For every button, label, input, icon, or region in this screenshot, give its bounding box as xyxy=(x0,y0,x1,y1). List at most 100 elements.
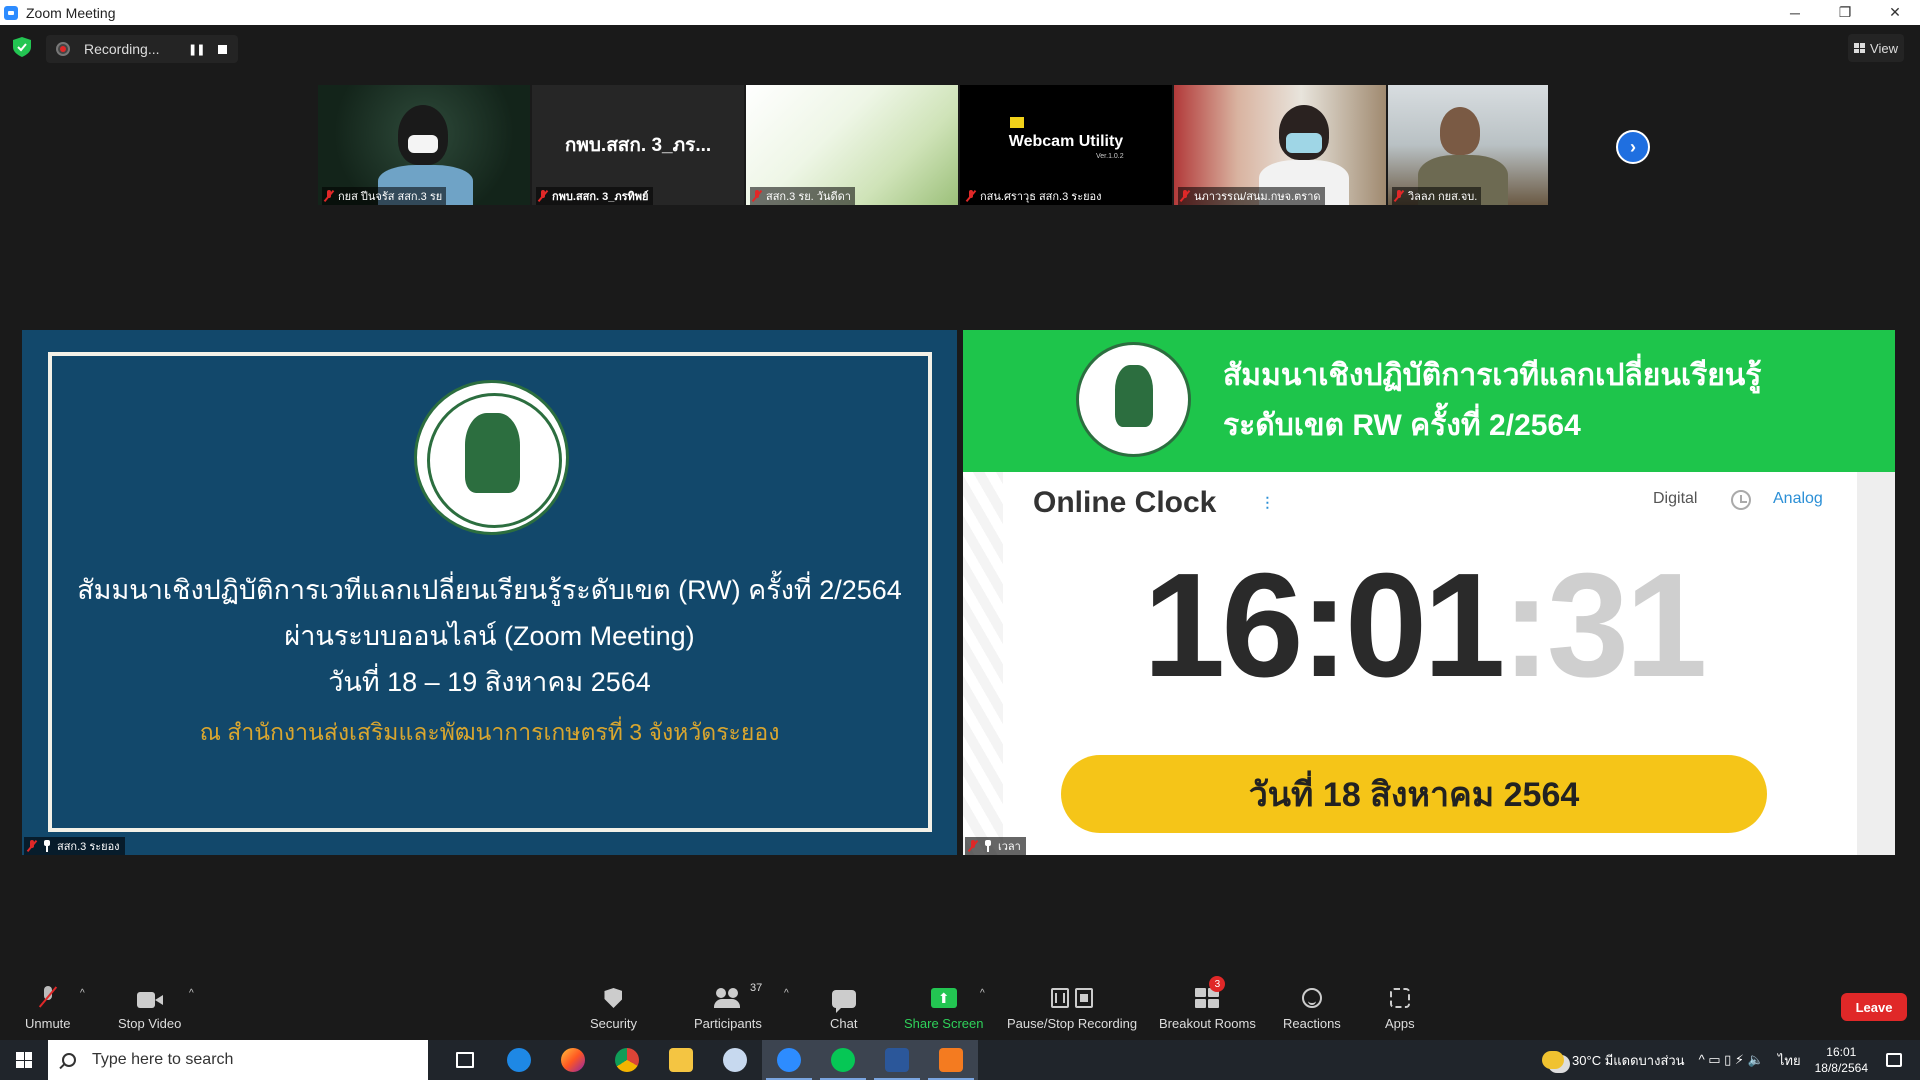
hex-pattern-decoration xyxy=(963,472,1003,855)
line-app-icon xyxy=(831,1048,855,1072)
task-view-button[interactable] xyxy=(438,1040,492,1080)
pause-recording-icon[interactable]: ❚❚ xyxy=(188,43,205,56)
weather-icon[interactable] xyxy=(1542,1051,1565,1069)
window-titlebar: Zoom Meeting ─ ❐ ✕ xyxy=(0,0,1920,25)
share-screen-button[interactable]: ⬆ Share Screen xyxy=(904,982,984,1031)
slide-title-line2: ผ่านระบบออนไลน์ (Zoom Meeting) xyxy=(284,621,695,651)
chevron-right-icon: › xyxy=(1630,136,1636,157)
banner-title-line2: ระดับเขต RW ครั้งที่ 2/2564 xyxy=(1223,409,1581,442)
window-controls: ─ ❐ ✕ xyxy=(1770,0,1920,25)
participants-options-caret[interactable]: ^ xyxy=(784,988,789,999)
taskbar-chrome[interactable] xyxy=(600,1040,654,1080)
pin-icon xyxy=(43,840,51,852)
face-mask xyxy=(408,135,438,153)
stop-video-button[interactable]: Stop Video xyxy=(118,982,181,1031)
participant-name-tag: กพบ.สสก. 3_ภรทิพย์ xyxy=(536,187,653,205)
participant-face xyxy=(1440,107,1480,155)
pin-icon xyxy=(984,840,992,852)
department-seal-logo xyxy=(414,380,569,535)
time-seconds: :31 xyxy=(1501,543,1708,708)
security-button[interactable]: Security xyxy=(590,982,637,1031)
tray-icons[interactable]: ^ ▭ ▯ ⚡ 🔈 xyxy=(1699,1052,1764,1068)
windows-logo-icon xyxy=(16,1052,32,1068)
recording-label: Recording... xyxy=(84,41,160,57)
online-clock-panel: Online Clock ⫶ Digital Analog 16:01:31 ว… xyxy=(963,472,1895,855)
participant-video[interactable]: สสก.3 รย. วันดีดา xyxy=(746,85,958,205)
unmute-button[interactable]: Unmute xyxy=(25,982,71,1031)
chat-button[interactable]: Chat xyxy=(830,982,857,1031)
notification-center-icon[interactable] xyxy=(1886,1053,1902,1067)
taskbar-search-box[interactable]: Type here to search xyxy=(48,1040,428,1080)
participant-name-tag: สสก.3 รย. วันดีดา xyxy=(750,187,855,205)
department-seal-logo xyxy=(1076,342,1191,457)
mic-muted-icon xyxy=(966,190,976,202)
restore-button[interactable]: ❐ xyxy=(1820,0,1870,25)
system-tray: 30°C มีแดดบางส่วน ^ ▭ ▯ ⚡ 🔈 ไทย 16:01 18… xyxy=(1542,1040,1920,1080)
next-page-button[interactable]: › xyxy=(1616,130,1650,164)
video-camera-icon xyxy=(136,982,163,1008)
share-options-caret[interactable]: ^ xyxy=(980,988,985,999)
taskbar-word[interactable] xyxy=(870,1040,924,1080)
banner-title-line1: สัมมนาเชิงปฏิบัติการเวทีแลกเปลี่ยนเรียนร… xyxy=(1223,359,1762,392)
speaker-video-clock[interactable]: สัมมนาเชิงปฏิบัติการเวทีแลกเปลี่ยนเรียนร… xyxy=(963,330,1895,855)
taskbar-line[interactable] xyxy=(816,1040,870,1080)
close-button[interactable]: ✕ xyxy=(1870,0,1920,25)
input-language[interactable]: ไทย xyxy=(1778,1050,1801,1071)
participant-video[interactable]: Webcam Utility Ver.1.0.2 กสน.ศราวุธ สสก.… xyxy=(960,85,1172,205)
taskbar-time: 16:01 xyxy=(1826,1045,1857,1059)
internet-explorer-icon xyxy=(507,1048,531,1072)
mic-muted-icon xyxy=(968,840,978,852)
slide-title-line1: สัมมนาเชิงปฏิบัติการเวทีแลกเปลี่ยนเรียนร… xyxy=(77,575,902,605)
participant-video[interactable]: นภาวรรณ/สนม.กษจ.ตราด xyxy=(1174,85,1386,205)
participant-name-tag: กสน.ศราวุธ สสก.3 ระยอง xyxy=(964,187,1106,205)
smiley-icon xyxy=(1301,982,1322,1008)
pause-stop-recording-button[interactable]: Pause/Stop Recording xyxy=(1007,982,1137,1031)
participant-video[interactable]: วิลลภ กยส.จบ. xyxy=(1388,85,1548,205)
participants-icon: 37 xyxy=(713,982,762,1008)
encryption-shield-icon[interactable] xyxy=(13,37,31,57)
participant-video[interactable]: กยส ปีนจรัส สสก.3 รย xyxy=(318,85,530,205)
view-button[interactable]: View xyxy=(1848,34,1904,62)
stop-recording-icon[interactable] xyxy=(218,45,227,54)
audio-options-caret[interactable]: ^ xyxy=(80,988,85,999)
scroll-strip xyxy=(1857,472,1895,855)
windows-start-button[interactable] xyxy=(0,1040,48,1080)
weather-text[interactable]: 30°C มีแดดบางส่วน xyxy=(1572,1050,1685,1071)
leave-button[interactable]: Leave xyxy=(1841,993,1907,1021)
apps-button[interactable]: Apps xyxy=(1385,982,1415,1031)
taskbar-clock[interactable]: 16:01 18/8/2564 xyxy=(1815,1044,1868,1076)
speaker-video-slide[interactable]: สัมมนาเชิงปฏิบัติการเวทีแลกเปลี่ยนเรียนร… xyxy=(22,330,957,855)
taskbar-paint[interactable] xyxy=(708,1040,762,1080)
clock-icon xyxy=(1731,490,1751,510)
taskbar-edge[interactable] xyxy=(492,1040,546,1080)
reactions-button[interactable]: Reactions xyxy=(1283,982,1341,1031)
view-label: View xyxy=(1870,40,1898,56)
webcam-utility-text: Webcam Utility xyxy=(1008,133,1124,150)
participant-display-name: กพบ.สสก. 3_ภร... xyxy=(564,135,712,156)
snagit-icon xyxy=(939,1048,963,1072)
taskbar-file-explorer[interactable] xyxy=(654,1040,708,1080)
mic-muted-icon xyxy=(1180,190,1190,202)
participant-name-tag: สสก.3 ระยอง xyxy=(24,837,125,855)
taskbar-snagit[interactable] xyxy=(924,1040,978,1080)
folder-icon xyxy=(669,1048,693,1072)
participant-video[interactable]: กพบ.สสก. 3_ภร... กพบ.สสก. 3_ภรทิพย์ xyxy=(532,85,744,205)
online-clock-title: Online Clock xyxy=(1033,486,1217,519)
windows-taskbar: Type here to search 30°C มีแดดบางส่วน ^ … xyxy=(0,1040,1920,1080)
slide-venue-line: ณ สำนักงานส่งเสริมและพัฒนาการเกษตรที่ 3 … xyxy=(199,719,780,745)
clock-banner: สัมมนาเชิงปฏิบัติการเวทีแลกเปลี่ยนเรียนร… xyxy=(963,330,1895,472)
breakout-rooms-button[interactable]: 3 Breakout Rooms xyxy=(1159,976,1256,1031)
taskbar-date: 18/8/2564 xyxy=(1814,1061,1868,1075)
taskbar-firefox[interactable] xyxy=(546,1040,600,1080)
taskbar-zoom[interactable] xyxy=(762,1040,816,1080)
participants-button[interactable]: 37 Participants xyxy=(694,982,762,1031)
video-options-caret[interactable]: ^ xyxy=(189,988,194,999)
participant-name-tag: วิลลภ กยส.จบ. xyxy=(1392,187,1482,205)
minimize-button[interactable]: ─ xyxy=(1770,0,1820,25)
task-view-icon xyxy=(456,1052,474,1068)
grid-view-icon xyxy=(1854,43,1866,53)
shield-icon xyxy=(604,982,623,1008)
search-icon xyxy=(62,1053,76,1067)
window-title: Zoom Meeting xyxy=(26,4,116,21)
time-hours-minutes: 16:01 xyxy=(1143,543,1506,708)
